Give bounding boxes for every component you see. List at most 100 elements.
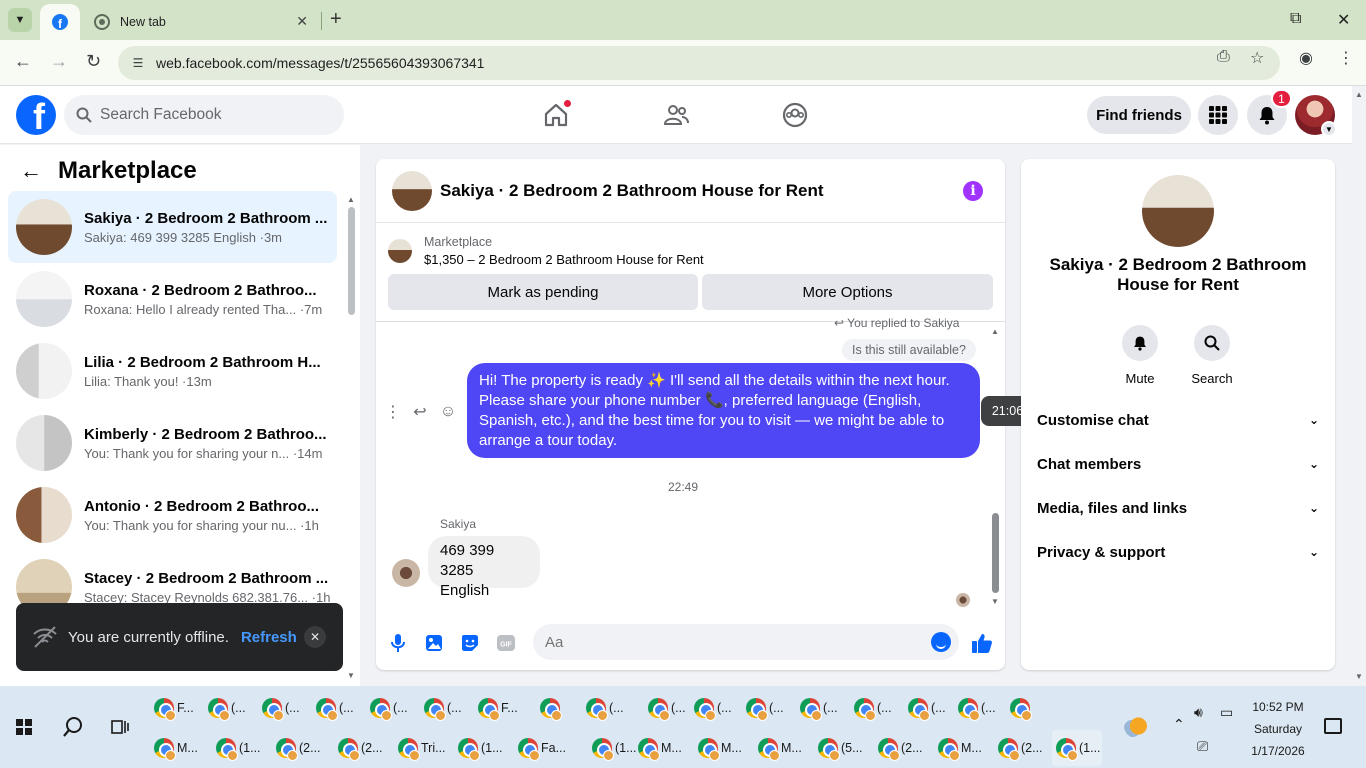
friends-icon[interactable] xyxy=(663,102,689,128)
conversation-item[interactable]: Roxana · 2 Bedroom 2 Bathroo... Roxana: … xyxy=(8,263,337,335)
scrollbar-thumb[interactable] xyxy=(992,513,999,593)
show-hidden-icons-chevron-icon[interactable]: ⌃ xyxy=(1173,716,1185,733)
address-bar[interactable]: ☰ web.facebook.com/messages/t/2556560439… xyxy=(118,46,1280,80)
tab-search-menu[interactable]: ▼ xyxy=(8,8,32,32)
taskbar-chrome-window[interactable]: (... xyxy=(204,690,254,726)
taskbar-chrome-window[interactable]: (... xyxy=(420,690,470,726)
taskbar-chrome-window[interactable]: (... xyxy=(796,690,846,726)
taskbar-chrome-window[interactable]: (1... xyxy=(454,730,504,766)
forward-arrow-icon[interactable]: → xyxy=(50,52,68,70)
privacy-support-section[interactable]: Privacy & support ⌄ xyxy=(1037,530,1319,574)
taskbar-chrome-window[interactable] xyxy=(536,690,586,726)
install-app-icon[interactable]: ⎙ xyxy=(1217,48,1230,66)
back-arrow-icon[interactable]: ← xyxy=(20,158,42,184)
emoji-icon[interactable] xyxy=(931,632,951,652)
marketplace-listing-row[interactable]: Marketplace $1,350 – 2 Bedroom 2 Bathroo… xyxy=(388,235,704,267)
conversation-item[interactable]: Antonio · 2 Bedroom 2 Bathroo... You: Th… xyxy=(8,479,337,551)
taskbar-chrome-window[interactable]: (1... xyxy=(1052,730,1102,766)
tab-facebook[interactable]: f xyxy=(40,4,80,40)
new-tab-button[interactable]: + xyxy=(330,9,342,29)
battery-icon[interactable]: ▭ xyxy=(1220,704,1233,721)
customise-chat-section[interactable]: Customise chat ⌄ xyxy=(1037,398,1319,442)
taskbar-chrome-window[interactable] xyxy=(1006,690,1056,726)
more-actions-icon[interactable]: ⋮ xyxy=(384,403,402,421)
refresh-link[interactable]: Refresh xyxy=(241,629,297,646)
mute-button[interactable]: Mute xyxy=(1110,325,1170,386)
scroll-down-icon[interactable]: ▼ xyxy=(1355,672,1363,681)
restore-window-icon[interactable]: ⧉ xyxy=(1290,10,1301,28)
taskbar-chrome-window[interactable]: (5... xyxy=(814,730,864,766)
more-options-button[interactable]: More Options xyxy=(702,274,993,310)
scroll-down-icon[interactable]: ▼ xyxy=(347,671,355,680)
taskbar-chrome-window[interactable]: F... xyxy=(474,690,524,726)
taskbar-chrome-window[interactable]: (2... xyxy=(874,730,924,766)
message-input[interactable] xyxy=(545,633,905,651)
system-clock[interactable]: 10:52 PM Saturday 1/17/2026 xyxy=(1233,696,1323,762)
conversation-scrollbar[interactable]: ▲ ▼ xyxy=(347,195,355,680)
taskbar-chrome-window[interactable]: M... xyxy=(694,730,744,766)
taskbar-chrome-window[interactable]: (... xyxy=(904,690,954,726)
notification-center-icon[interactable] xyxy=(1324,718,1342,734)
conversation-item[interactable]: Lilia · 2 Bedroom 2 Bathroom H... Lilia:… xyxy=(8,335,337,407)
taskbar-chrome-window[interactable]: (... xyxy=(582,690,632,726)
search-in-chat-button[interactable]: Search xyxy=(1182,325,1242,386)
taskbar-chrome-window[interactable]: (... xyxy=(258,690,308,726)
taskbar-chrome-window[interactable]: M... xyxy=(934,730,984,766)
microphone-icon[interactable] xyxy=(387,632,409,654)
tab-close-icon[interactable]: ✕ xyxy=(296,13,308,30)
thumbs-up-icon[interactable] xyxy=(971,632,993,654)
chat-info-avatar[interactable] xyxy=(1142,175,1214,247)
scroll-down-icon[interactable]: ▼ xyxy=(991,597,999,606)
media-files-links-section[interactable]: Media, files and links ⌄ xyxy=(1037,486,1319,530)
menu-grid-button[interactable] xyxy=(1198,95,1238,135)
message-input-box[interactable] xyxy=(533,624,959,660)
reply-icon[interactable]: ↩ xyxy=(411,403,429,421)
taskbar-chrome-window[interactable]: (... xyxy=(954,690,1004,726)
back-arrow-icon[interactable]: ← xyxy=(14,52,32,70)
facebook-logo-icon[interactable]: f xyxy=(16,95,56,135)
taskbar-chrome-window[interactable]: (2... xyxy=(272,730,322,766)
search-icon[interactable] xyxy=(62,716,84,738)
page-scrollbar[interactable]: ▲ ▼ xyxy=(1352,86,1366,686)
scroll-up-icon[interactable]: ▲ xyxy=(1355,90,1363,99)
display-icon[interactable]: ⎚ xyxy=(1197,738,1208,755)
taskbar-chrome-window[interactable]: M... xyxy=(754,730,804,766)
taskbar-chrome-window[interactable]: (... xyxy=(690,690,740,726)
sender-avatar[interactable] xyxy=(392,559,420,587)
taskbar-chrome-window[interactable]: M... xyxy=(150,730,200,766)
taskbar-chrome-window[interactable]: (2... xyxy=(334,730,384,766)
bookmark-star-icon[interactable]: ☆ xyxy=(1250,48,1264,68)
photo-icon[interactable] xyxy=(423,632,445,654)
outgoing-message-bubble[interactable]: Hi! The property is ready ✨ I'll send al… xyxy=(467,363,980,458)
conversation-item[interactable]: Sakiya · 2 Bedroom 2 Bathroom ... Sakiya… xyxy=(8,191,337,263)
taskbar-chrome-window[interactable]: (... xyxy=(366,690,416,726)
scrollbar-thumb[interactable] xyxy=(348,207,355,315)
url-text[interactable]: web.facebook.com/messages/t/255656043930… xyxy=(156,55,484,71)
scroll-up-icon[interactable]: ▲ xyxy=(991,327,999,336)
task-view-icon[interactable] xyxy=(111,718,129,736)
taskbar-chrome-window[interactable]: (... xyxy=(644,690,694,726)
weather-icon[interactable] xyxy=(1124,714,1148,738)
close-window-icon[interactable]: ✕ xyxy=(1337,10,1350,30)
mark-as-pending-button[interactable]: Mark as pending xyxy=(388,274,698,310)
browser-menu-icon[interactable]: ⋮ xyxy=(1338,48,1354,68)
taskbar-chrome-window[interactable]: (2... xyxy=(994,730,1044,766)
taskbar-chrome-window[interactable]: (... xyxy=(312,690,362,726)
chat-title[interactable]: Sakiya · 2 Bedroom 2 Bathroom House for … xyxy=(440,181,824,201)
scroll-up-icon[interactable]: ▲ xyxy=(347,195,355,204)
profile-icon[interactable]: ◉ xyxy=(1299,48,1313,68)
info-icon[interactable]: i xyxy=(963,181,983,201)
incoming-message-bubble[interactable]: 469 399 3285 English xyxy=(428,536,540,599)
react-emoji-icon[interactable]: ☺ xyxy=(439,403,457,421)
close-icon[interactable]: ✕ xyxy=(304,626,326,648)
windows-start-icon[interactable] xyxy=(16,719,32,735)
facebook-search-box[interactable]: Search Facebook xyxy=(64,95,344,135)
chat-members-section[interactable]: Chat members ⌄ xyxy=(1037,442,1319,486)
tab-new-tab[interactable]: New tab ✕ xyxy=(82,4,318,40)
taskbar-chrome-window[interactable]: (... xyxy=(742,690,792,726)
gif-icon[interactable]: GIF xyxy=(495,632,517,654)
taskbar-chrome-window[interactable]: (1... xyxy=(588,730,638,766)
volume-icon[interactable]: 🔊︎ xyxy=(1194,704,1203,721)
reload-icon[interactable]: ↻ xyxy=(86,52,101,70)
chevron-down-icon[interactable]: ▼ xyxy=(1321,121,1337,137)
